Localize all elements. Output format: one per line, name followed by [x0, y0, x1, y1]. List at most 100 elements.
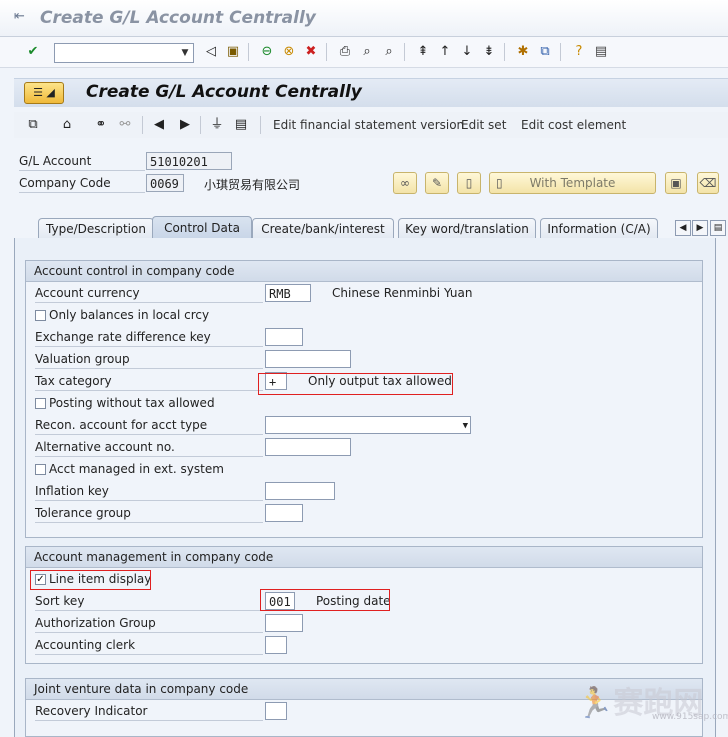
edit-set-button[interactable]: Edit set: [461, 118, 506, 132]
pencil-icon: ✎: [431, 176, 443, 190]
enter-check-icon[interactable]: ✔: [24, 43, 42, 61]
toolbar-separator: [560, 43, 561, 61]
toolbar-separator: [142, 116, 143, 134]
unlink-icon[interactable]: ⚯: [116, 116, 134, 134]
account-currency-field[interactable]: RMB: [265, 284, 311, 302]
label-underline: [35, 500, 263, 501]
toolbar-separator: [260, 116, 261, 134]
save-icon[interactable]: ▣: [224, 43, 242, 61]
toolbar-separator: [326, 43, 327, 61]
edit-fs-version-button[interactable]: Edit financial statement version: [273, 118, 464, 132]
exchange-rate-label: Exchange rate difference key: [35, 330, 211, 344]
runner-logo-icon: 🏃: [576, 686, 614, 721]
tab-label: Control Data: [164, 221, 240, 235]
company-code-field[interactable]: 0069: [146, 174, 184, 192]
filter-icon[interactable]: ⏚: [208, 116, 226, 134]
posting-without-tax-checkbox[interactable]: [35, 398, 46, 409]
shortcut-icon[interactable]: ⧉: [536, 43, 554, 61]
menu-button[interactable]: ☰ ◢: [24, 82, 64, 104]
recovery-indicator-label: Recovery Indicator: [35, 704, 148, 718]
exit-icon[interactable]: ⊗: [280, 43, 298, 61]
group-header: Account management in company code: [26, 547, 702, 568]
cancel-icon[interactable]: ✖: [302, 43, 320, 61]
hierarchy-icon[interactable]: ⌂: [58, 116, 76, 134]
tab-information-ca[interactable]: Information (C/A): [540, 218, 658, 238]
acct-managed-ext-label: Acct managed in ext. system: [49, 462, 224, 476]
tab-label: Key word/translation: [405, 222, 529, 236]
trash-icon: ⌫: [699, 176, 717, 190]
label-underline: [19, 192, 145, 193]
tolerance-group-field[interactable]: [265, 504, 303, 522]
tab-scroll-left-icon[interactable]: ◀: [675, 220, 691, 236]
first-page-icon[interactable]: ⇞: [414, 43, 432, 61]
with-template-label: With Template: [529, 176, 616, 190]
authorization-group-field[interactable]: [265, 614, 303, 632]
print-icon[interactable]: ⎙: [336, 43, 354, 61]
only-balances-checkbox[interactable]: [35, 310, 46, 321]
group-header: Account control in company code: [26, 261, 702, 282]
chevron-down-icon[interactable]: ▼: [177, 44, 193, 62]
acct-managed-ext-checkbox[interactable]: [35, 464, 46, 475]
label-underline: [35, 368, 263, 369]
find-icon[interactable]: ⌕: [358, 43, 376, 61]
with-template-button[interactable]: ▯ With Template: [489, 172, 656, 194]
next-icon[interactable]: ▶: [176, 116, 194, 134]
edit-pencil-button[interactable]: ✎: [425, 172, 449, 194]
note-icon[interactable]: ▤: [232, 116, 250, 134]
lock-button[interactable]: ▣: [665, 172, 687, 194]
history-back-icon[interactable]: ◁: [202, 43, 220, 61]
tab-keyword-translation[interactable]: Key word/translation: [398, 218, 536, 238]
link-icon[interactable]: ⚭: [92, 116, 110, 134]
help-icon[interactable]: ?: [570, 43, 588, 61]
tab-list-icon[interactable]: ▤: [710, 220, 726, 236]
tab-create-bank-interest[interactable]: Create/bank/interest: [252, 218, 394, 238]
label-underline: [35, 610, 263, 611]
layout-menu-icon[interactable]: ▤: [592, 43, 610, 61]
account-currency-desc: Chinese Renminbi Yuan: [332, 286, 473, 300]
toolbar-separator: [248, 43, 249, 61]
edit-cost-element-button[interactable]: Edit cost element: [521, 118, 626, 132]
group-title: Joint venture data in company code: [34, 682, 249, 696]
command-field[interactable]: ▼: [54, 43, 194, 63]
recovery-indicator-field[interactable]: [265, 702, 287, 720]
tab-label: Information (C/A): [547, 222, 651, 236]
inflation-key-field[interactable]: [265, 482, 335, 500]
tolerance-group-label: Tolerance group: [35, 506, 131, 520]
tab-scroll-right-icon[interactable]: ▶: [692, 220, 708, 236]
blank-page-icon: ▯: [465, 176, 473, 190]
recon-account-select[interactable]: ▼: [265, 416, 471, 434]
previous-page-icon[interactable]: ↑: [436, 43, 454, 61]
posting-without-tax-label: Posting without tax allowed: [49, 396, 215, 410]
template-page-icon: ▯: [496, 176, 503, 190]
gl-account-field[interactable]: 51010201: [146, 152, 232, 170]
back-icon[interactable]: ⊖: [258, 43, 276, 61]
valuation-group-field[interactable]: [265, 350, 351, 368]
alt-account-field[interactable]: [265, 438, 351, 456]
new-session-icon[interactable]: ✱: [514, 43, 532, 61]
exit-icon[interactable]: ⇤: [14, 10, 28, 24]
delete-button[interactable]: ⌫: [697, 172, 719, 194]
lock-icon: ▣: [670, 176, 682, 190]
highlight-box: [260, 589, 390, 611]
display-change-icon[interactable]: ⧉: [24, 116, 42, 134]
label-underline: [35, 346, 263, 347]
tab-type-description[interactable]: Type/Description: [38, 218, 154, 238]
previous-icon[interactable]: ◀: [150, 116, 168, 134]
label-underline: [35, 302, 263, 303]
last-page-icon[interactable]: ⇟: [480, 43, 498, 61]
label-underline: [35, 654, 263, 655]
window-title: Create G/L Account Centrally: [40, 8, 316, 28]
highlight-box: [30, 570, 151, 590]
next-page-icon[interactable]: ↓: [458, 43, 476, 61]
accounting-clerk-field[interactable]: [265, 636, 287, 654]
create-button[interactable]: ▯: [457, 172, 481, 194]
tab-control-data[interactable]: Control Data: [152, 216, 252, 238]
group-title: Account control in company code: [34, 264, 235, 278]
glasses-display-button[interactable]: ∞: [393, 172, 417, 194]
exchange-rate-field[interactable]: [265, 328, 303, 346]
find-next-icon[interactable]: ⌕: [380, 43, 398, 61]
valuation-group-label: Valuation group: [35, 352, 130, 366]
label-underline: [35, 434, 263, 435]
accounting-clerk-label: Accounting clerk: [35, 638, 136, 652]
chevron-down-icon[interactable]: ▼: [463, 417, 468, 435]
